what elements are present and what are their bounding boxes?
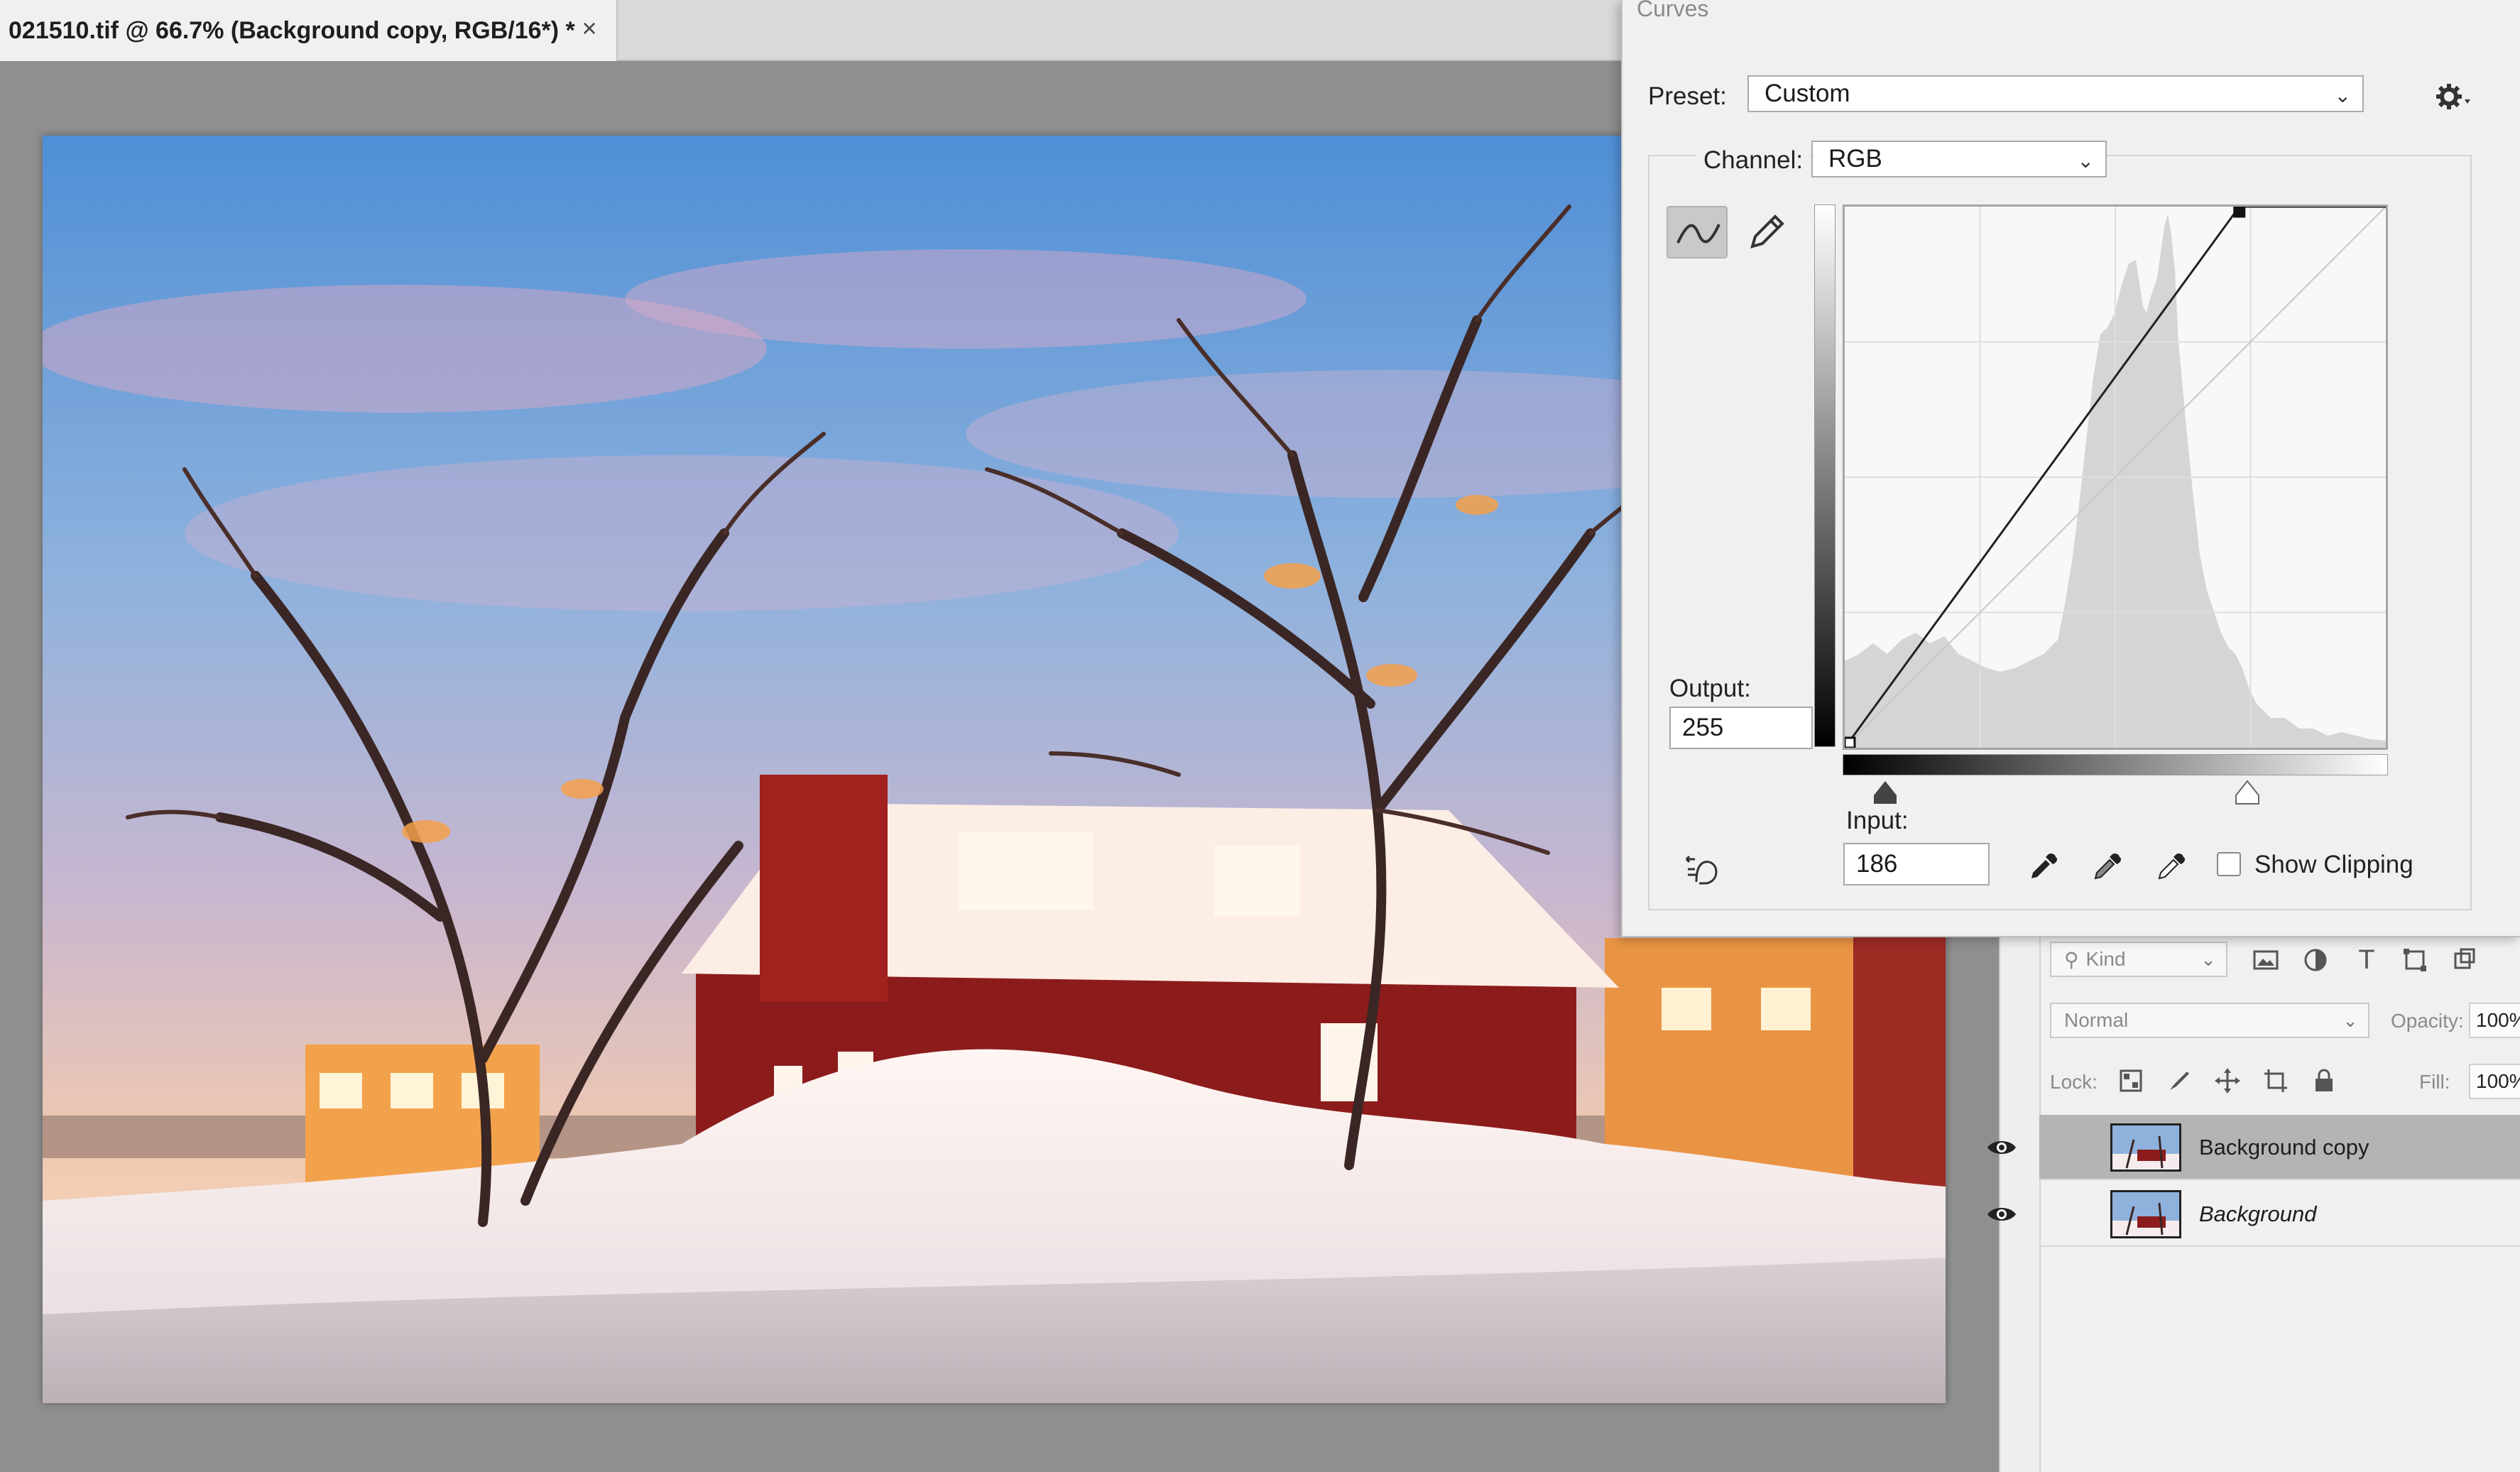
channel-value: RGB bbox=[1828, 145, 1882, 173]
input-field[interactable]: 186 bbox=[1843, 843, 1990, 885]
lock-all-icon[interactable] bbox=[2307, 1064, 2341, 1098]
document-tab-title: 021510.tif @ 66.7% (Background copy, RGB… bbox=[9, 16, 575, 44]
curve-control-point[interactable] bbox=[1843, 736, 1856, 749]
document-tab[interactable]: 021510.tif @ 66.7% (Background copy, RGB… bbox=[0, 0, 618, 61]
opacity-label: Opacity: bbox=[2391, 1010, 2464, 1032]
chevron-down-icon: ⌄ bbox=[2077, 150, 2094, 172]
gear-icon[interactable] bbox=[2432, 78, 2475, 115]
lock-transparent-pixels-icon[interactable] bbox=[2114, 1064, 2148, 1098]
hand-adjust-icon[interactable] bbox=[1676, 848, 1725, 890]
eye-icon[interactable] bbox=[1986, 1203, 2017, 1226]
black-point-slider[interactable] bbox=[1871, 780, 1899, 805]
input-gradient-bar bbox=[1843, 754, 2388, 775]
filter-shape-layer-icon[interactable] bbox=[2398, 943, 2432, 977]
fill-input[interactable]: 100% bbox=[2469, 1064, 2520, 1099]
white-point-slider[interactable] bbox=[2233, 780, 2262, 805]
layer-thumbnail bbox=[2110, 1123, 2181, 1172]
curves-title: Curves bbox=[1637, 0, 1709, 21]
filter-smart-object-icon[interactable] bbox=[2448, 943, 2482, 977]
curve-points-icon bbox=[1676, 224, 1720, 244]
show-clipping-label: Show Clipping bbox=[2254, 851, 2413, 878]
output-label: Output: bbox=[1669, 675, 1751, 702]
layer-row[interactable]: Background bbox=[1987, 1182, 2520, 1247]
chevron-down-icon: ⌄ bbox=[2342, 1010, 2358, 1031]
lock-artboard-icon[interactable] bbox=[2259, 1064, 2293, 1098]
lock-label: Lock: bbox=[2050, 1071, 2098, 1093]
eye-icon[interactable] bbox=[1986, 1136, 2017, 1159]
curves-graph[interactable] bbox=[1843, 205, 2388, 750]
eyedropper-black-icon[interactable] bbox=[2022, 845, 2065, 888]
filter-type-layer-icon[interactable]: T bbox=[2350, 943, 2384, 977]
lock-position-icon[interactable] bbox=[2210, 1064, 2244, 1098]
preset-select[interactable]: Custom ⌄ bbox=[1747, 75, 2364, 112]
layer-name: Background bbox=[2199, 1201, 2317, 1226]
show-clipping-checkbox[interactable] bbox=[2217, 852, 2241, 876]
layer-thumbnail bbox=[2110, 1190, 2181, 1238]
layer-name: Background copy bbox=[2199, 1135, 2369, 1160]
filter-pixel-layer-icon[interactable] bbox=[2249, 943, 2283, 977]
layer-row[interactable]: Background copy bbox=[1987, 1115, 2520, 1180]
curves-panel: Curves Preset: Custom ⌄ Channel: RGB ⌄ O… bbox=[1621, 0, 2520, 937]
channel-label: Channel: bbox=[1696, 146, 1811, 175]
preset-value: Custom bbox=[1764, 80, 1850, 107]
chevron-down-icon: ⌄ bbox=[2334, 84, 2351, 107]
eyedropper-white-icon[interactable] bbox=[2150, 845, 2193, 888]
pencil-icon bbox=[1750, 214, 1784, 249]
photoshop-window: 021510.tif @ 66.7% (Background copy, RGB… bbox=[0, 0, 2520, 1472]
pencil-mode-button[interactable] bbox=[1736, 206, 1797, 258]
layer-filter-kind-select[interactable]: ⚲ Kind ⌄ bbox=[2050, 942, 2227, 977]
lock-image-pixels-icon[interactable] bbox=[2162, 1064, 2196, 1098]
search-icon: ⚲ bbox=[2064, 948, 2079, 971]
blend-mode-select[interactable]: Normal ⌄ bbox=[2050, 1003, 2369, 1038]
layer-filter-kind-label: Kind bbox=[2085, 948, 2126, 970]
filter-adjustment-layer-icon[interactable] bbox=[2298, 943, 2333, 977]
eyedropper-gray-icon[interactable] bbox=[2086, 845, 2129, 888]
opacity-input[interactable]: 100% bbox=[2469, 1003, 2520, 1038]
point-mode-button[interactable] bbox=[1667, 206, 1728, 258]
preset-label: Preset: bbox=[1648, 82, 1727, 110]
input-label: Input: bbox=[1846, 807, 1909, 834]
channel-select[interactable]: RGB ⌄ bbox=[1811, 141, 2107, 178]
blend-mode-value: Normal bbox=[2064, 1009, 2129, 1031]
close-icon[interactable]: × bbox=[574, 13, 605, 44]
chevron-down-icon: ⌄ bbox=[2200, 949, 2216, 970]
output-gradient-bar bbox=[1814, 205, 1836, 747]
curve-control-point[interactable] bbox=[2233, 205, 2246, 218]
layers-panel: ⚲ Kind ⌄ T Normal ⌄ Opacity: 100% Lock: bbox=[1987, 916, 2520, 1472]
curves-histogram[interactable] bbox=[1843, 205, 2387, 749]
fill-label: Fill: bbox=[2419, 1071, 2450, 1093]
output-field[interactable]: 255 bbox=[1669, 707, 1813, 749]
